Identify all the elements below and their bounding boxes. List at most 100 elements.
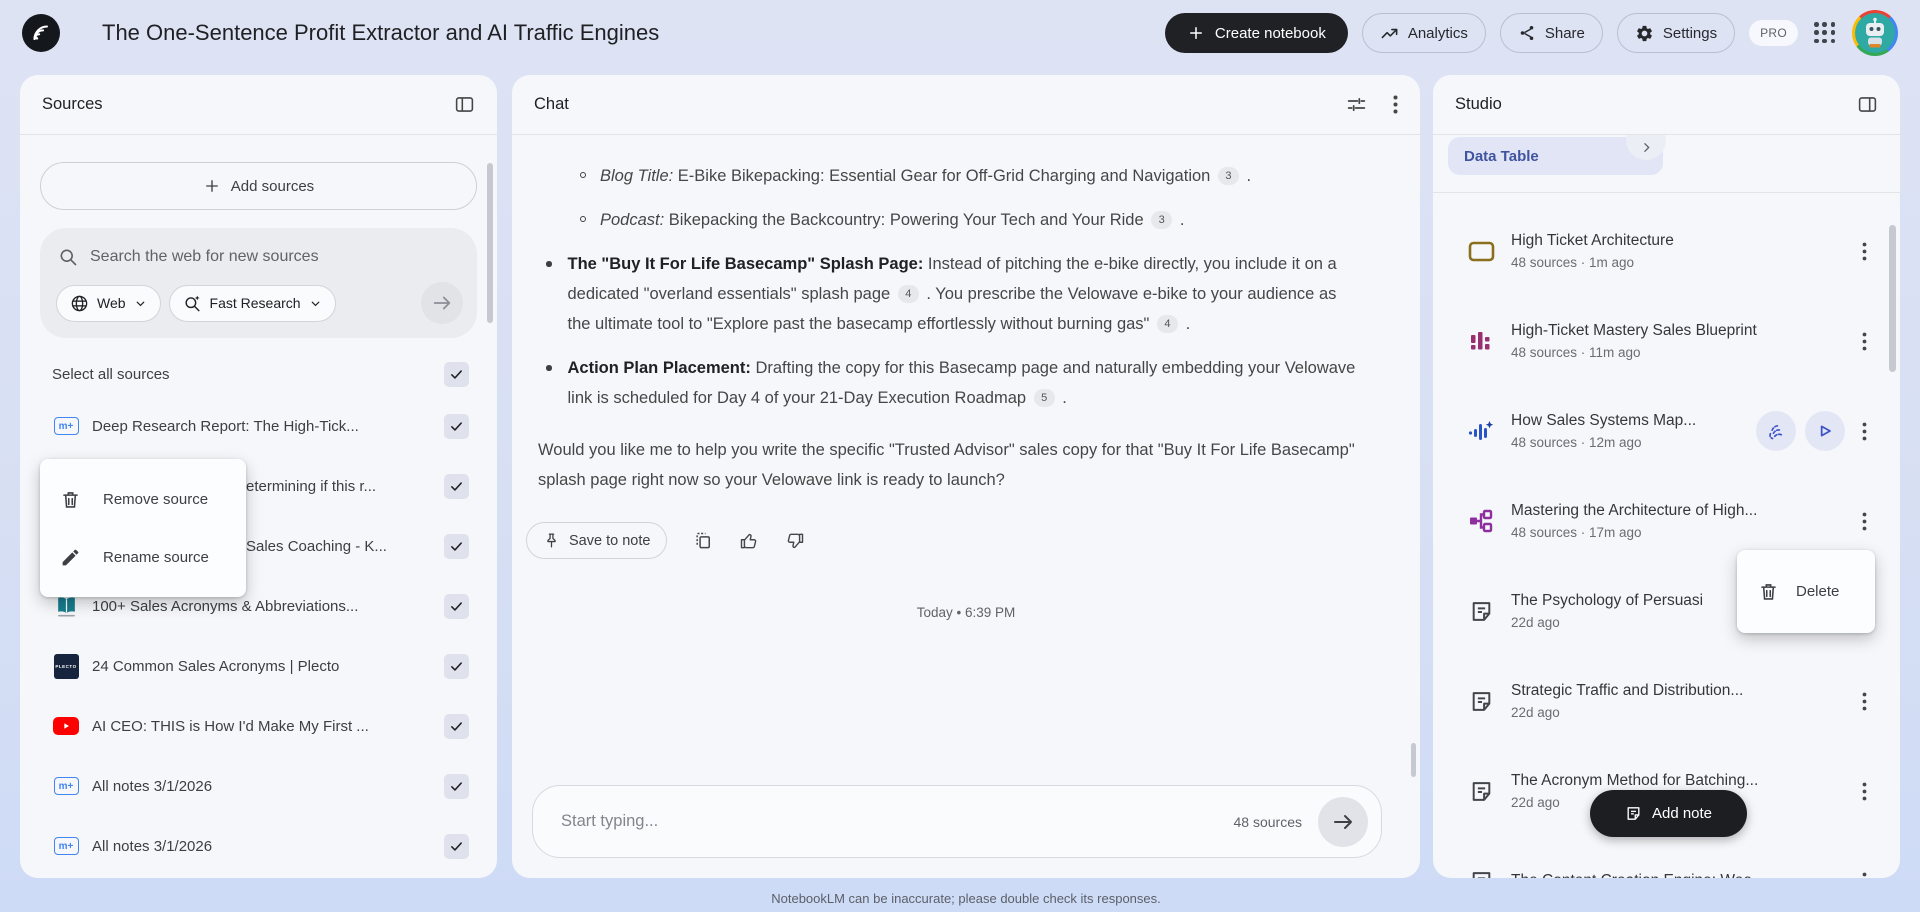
- chat-scrollbar[interactable]: [1411, 743, 1416, 777]
- text-segment: The "Buy It For Life Basecamp" Splash Pa…: [567, 255, 924, 273]
- gear-icon: [1635, 24, 1654, 43]
- chat-message-line: The "Buy It For Life Basecamp" Splash Pa…: [536, 249, 1362, 339]
- citation-chip[interactable]: 3: [1151, 211, 1173, 229]
- source-checkbox[interactable]: [444, 593, 469, 619]
- chip-expand-icon[interactable]: [1626, 135, 1666, 160]
- plecto-icon: PLECTO: [53, 653, 79, 679]
- search-input[interactable]: Search the web for new sources: [56, 243, 463, 269]
- avatar[interactable]: [1852, 10, 1898, 56]
- source-row[interactable]: AI CEO: THIS is How I'd Make My First ..…: [52, 701, 469, 751]
- studio-item-more-icon[interactable]: [1854, 512, 1874, 531]
- send-button[interactable]: [1318, 796, 1368, 847]
- bullet-marker: [580, 216, 586, 222]
- studio-item-more-icon[interactable]: [1854, 422, 1874, 441]
- notebook-title: The One-Sentence Profit Extractor and AI…: [102, 20, 660, 45]
- note-icon: [1625, 805, 1642, 822]
- studio-scrollbar[interactable]: [1889, 225, 1896, 372]
- studio-item-row[interactable]: How Sales Systems Map... 48 sources · 12m…: [1466, 400, 1874, 462]
- note-icon: [1466, 869, 1496, 878]
- note-icon: [1472, 781, 1490, 801]
- add-sources-button[interactable]: Add sources: [40, 162, 477, 210]
- note-icon: [1472, 691, 1490, 711]
- trash-icon: [1758, 581, 1779, 602]
- studio-item-more-icon[interactable]: [1854, 692, 1874, 711]
- studio-item-more-icon[interactable]: [1854, 242, 1874, 261]
- collapse-panel-icon[interactable]: [454, 94, 475, 115]
- studio-item-row[interactable]: The Content Creation Engine: Wee...: [1466, 850, 1874, 878]
- studio-item-row[interactable]: Mastering the Architecture of High... 48 …: [1466, 490, 1874, 552]
- source-row[interactable]: m+ All notes 3/1/2026: [52, 761, 469, 811]
- source-checkbox[interactable]: [444, 713, 469, 739]
- studio-header: Studio: [1455, 95, 1502, 113]
- chat-message-line: Action Plan Placement: Drafting the copy…: [536, 353, 1362, 413]
- play-button[interactable]: [1805, 411, 1845, 451]
- tune-icon[interactable]: [1346, 94, 1367, 115]
- source-row[interactable]: m+ All notes 3/1/2026: [52, 821, 469, 871]
- rename-source-menu-item[interactable]: Rename source: [40, 528, 246, 586]
- chat-more-icon[interactable]: [1393, 95, 1398, 114]
- chat-input[interactable]: Start typing... 48 sources: [532, 785, 1382, 858]
- citation-chip[interactable]: 4: [897, 285, 919, 303]
- studio-item-title: The Acronym Method for Batching...: [1511, 772, 1759, 789]
- pin-icon: [543, 532, 560, 549]
- text-segment: Action Plan Placement:: [567, 359, 751, 377]
- save-to-note-button[interactable]: Save to note: [526, 522, 668, 559]
- thumbs-down-icon[interactable]: [785, 531, 805, 551]
- create-notebook-button[interactable]: Create notebook: [1164, 13, 1348, 53]
- studio-item-row[interactable]: Strategic Traffic and Distribution... 22d…: [1466, 670, 1874, 732]
- chat-message-line: Blog Title: E-Bike Bikepacking: Essentia…: [536, 161, 1362, 191]
- source-row[interactable]: PLECTO 24 Common Sales Acronyms | Plecto: [52, 641, 469, 691]
- studio-item-title: Mastering the Architecture of High...: [1511, 502, 1758, 519]
- audio-overview-icon: [1468, 420, 1493, 440]
- analytics-button[interactable]: Analytics: [1361, 13, 1486, 53]
- studio-item-more-icon[interactable]: [1854, 332, 1874, 351]
- text-segment: .: [1180, 315, 1191, 333]
- interactive-mode-button[interactable]: [1756, 411, 1796, 451]
- chat-message-line: Would you like me to help you write the …: [536, 435, 1362, 495]
- chat-message-line: Podcast: Bikepacking the Backcountry: Po…: [536, 205, 1362, 235]
- settings-button[interactable]: Settings: [1616, 13, 1736, 53]
- expand-panel-icon[interactable]: [1857, 94, 1878, 115]
- delete-menu-item[interactable]: Delete: [1737, 550, 1875, 633]
- sources-panel: Sources Add sources Search the web for n…: [20, 75, 497, 878]
- citation-chip[interactable]: 5: [1033, 389, 1055, 407]
- studio-item-row[interactable]: High Ticket Architecture 48 sources · 1m …: [1466, 220, 1874, 282]
- thumbs-up-icon[interactable]: [739, 531, 759, 551]
- flashcards-icon: [1468, 241, 1494, 261]
- youtube-icon: [52, 717, 80, 735]
- add-note-button[interactable]: Add note: [1590, 790, 1747, 837]
- studio-item-more-icon[interactable]: [1854, 872, 1874, 879]
- select-all-checkbox[interactable]: [444, 362, 469, 387]
- source-checkbox[interactable]: [444, 413, 469, 439]
- chat-panel: Chat Blog Title: E-Bike Bikepacking: Ess…: [512, 75, 1420, 878]
- note-icon: m+: [52, 777, 80, 795]
- search-submit-button[interactable]: [421, 282, 463, 324]
- source-checkbox[interactable]: [444, 653, 469, 679]
- source-checkbox[interactable]: [444, 533, 469, 559]
- source-checkbox[interactable]: [444, 473, 469, 499]
- source-checkbox[interactable]: [444, 773, 469, 799]
- infographic-icon: [1470, 331, 1489, 349]
- web-filter-chip[interactable]: Web: [56, 284, 161, 322]
- source-row[interactable]: m+ Deep Research Report: The High-Tick...: [52, 401, 469, 451]
- data-table-chip[interactable]: Data Table: [1448, 135, 1666, 175]
- copy-icon[interactable]: [693, 531, 713, 551]
- citation-chip[interactable]: 4: [1156, 315, 1178, 333]
- citation-chip[interactable]: 3: [1217, 167, 1239, 185]
- source-title: All notes 3/1/2026: [92, 837, 213, 855]
- studio-item-more-icon[interactable]: [1854, 782, 1874, 801]
- globe-icon: [70, 294, 89, 313]
- research-mode-chip[interactable]: Fast Research: [168, 284, 336, 322]
- studio-item-title: High Ticket Architecture: [1511, 232, 1674, 249]
- mind-map-icon: [1470, 509, 1493, 533]
- share-button[interactable]: Share: [1499, 13, 1603, 53]
- source-checkbox[interactable]: [444, 833, 469, 859]
- remove-source-menu-item[interactable]: Remove source: [40, 470, 246, 528]
- studio-item-row[interactable]: High-Ticket Mastery Sales Blueprint 48 so…: [1466, 310, 1874, 372]
- studio-panel: Studio Data Table High Ticket Architectu…: [1433, 75, 1900, 878]
- note-icon: [1472, 871, 1490, 878]
- apps-grid-icon[interactable]: [1812, 20, 1838, 46]
- notebooklm-logo-icon[interactable]: [22, 14, 60, 52]
- sources-scrollbar[interactable]: [487, 163, 493, 323]
- avatar-robot-image: [1855, 13, 1895, 53]
